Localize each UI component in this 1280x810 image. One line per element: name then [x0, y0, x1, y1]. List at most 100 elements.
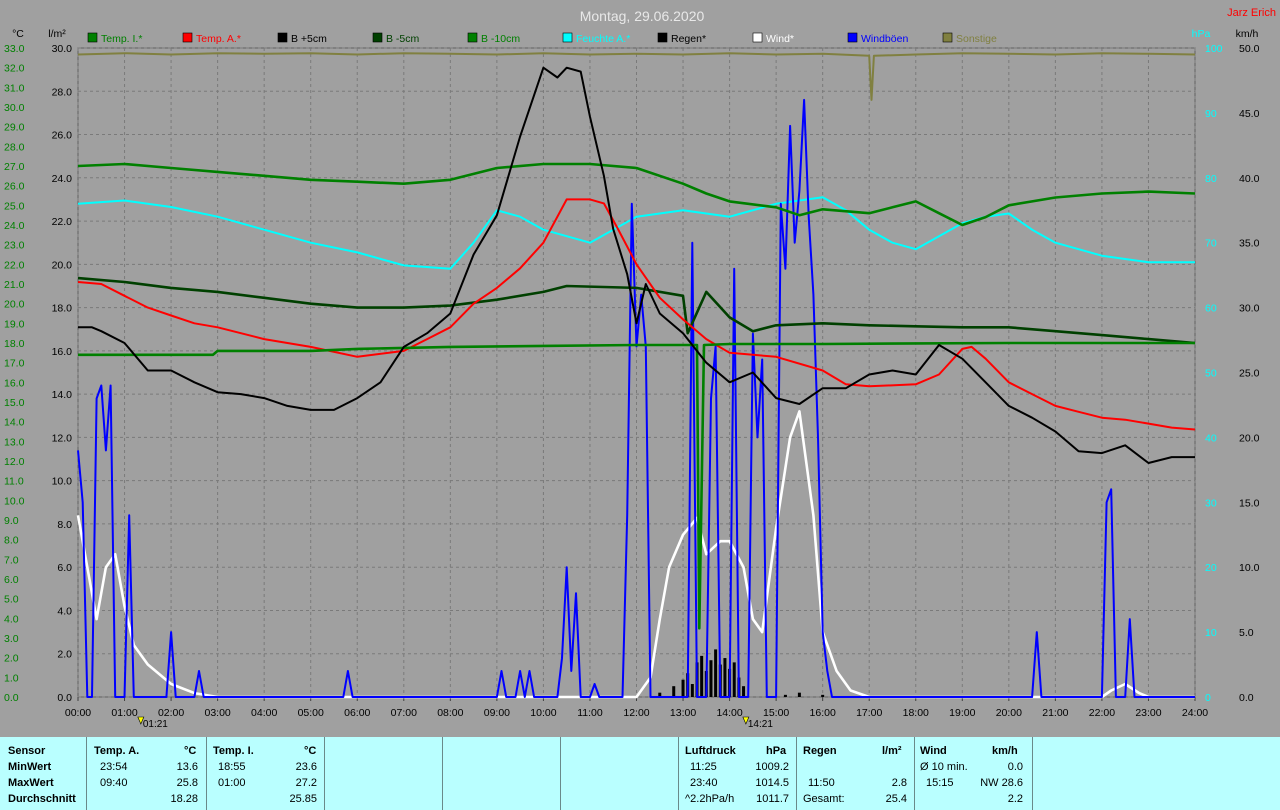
rain-tick-label: 18.0 — [52, 303, 73, 315]
temp-tick-label: 31.0 — [4, 82, 25, 94]
x-tick-label: 07:00 — [391, 707, 417, 719]
stats-temp-i-avg: 25.85 — [289, 793, 317, 805]
time-marker-label: 14:21 — [748, 719, 773, 730]
rain-bar — [732, 662, 736, 697]
wind-tick-label: 20.0 — [1239, 432, 1260, 444]
legend-label: Feuchte A.* — [576, 33, 630, 45]
stats-temp-i-unit: °C — [304, 745, 317, 757]
temp-tick-label: 25.0 — [4, 200, 25, 212]
stats-sensor-col: Sensor MinWert MaxWert Durchschnitt — [0, 737, 84, 810]
temp-tick-label: 22.0 — [4, 259, 25, 271]
x-tick-label: 13:00 — [670, 707, 696, 719]
stats-temp-a-min: 13.6 — [176, 761, 198, 773]
stats-temp-i-max-time: 01:00 — [218, 777, 246, 789]
stats-temp-a-col: Temp. A. °C 23:54 13.6 09:40 25.8 18.28 — [88, 737, 206, 810]
rain-tick-label: 26.0 — [52, 130, 73, 142]
legend-label: Regen* — [671, 33, 706, 45]
stats-wind-day-avg: 2.2 — [1007, 793, 1023, 805]
stats-rain-max: 2.8 — [891, 777, 907, 789]
rain-bar — [821, 694, 825, 697]
x-tick-label: 14:00 — [716, 707, 742, 719]
author-label: Jarz Erich — [1227, 7, 1276, 19]
stats-wind-title: Wind — [920, 745, 947, 757]
rain-bar — [681, 679, 685, 697]
x-tick-label: 11:00 — [577, 707, 603, 719]
stats-temp-i-min: 23.6 — [295, 761, 317, 773]
stats-temp-a-avg: 18.28 — [170, 793, 198, 805]
right-tick-label: 20 — [1205, 562, 1217, 574]
temp-tick-label: 26.0 — [4, 181, 25, 193]
wind-tick-label: 15.0 — [1239, 497, 1260, 509]
x-tick-label: 24:00 — [1182, 707, 1208, 719]
temp-unit-label: °C — [12, 28, 24, 40]
wind-tick-label: 25.0 — [1239, 368, 1260, 380]
x-tick-label: 09:00 — [484, 707, 510, 719]
x-tick-label: 08:00 — [437, 707, 463, 719]
stats-wind-max-time: 15:15 — [926, 777, 954, 789]
legend-swatch — [562, 32, 573, 43]
rain-bar — [797, 692, 801, 697]
temp-tick-label: 0.0 — [4, 692, 19, 704]
stats-row-avg: Durchschnitt — [8, 793, 76, 805]
stats-temp-a-min-time: 23:54 — [100, 761, 128, 773]
wind-tick-label: 45.0 — [1239, 108, 1260, 120]
stats-pressure-trend: ^2.2hPa/h — [685, 793, 735, 805]
x-tick-label: 15:00 — [763, 707, 789, 719]
wind-unit-label: km/h — [1236, 28, 1259, 40]
temp-tick-label: 1.0 — [4, 672, 19, 684]
legend-label: Wind* — [766, 33, 794, 45]
temp-tick-label: 3.0 — [4, 633, 19, 645]
rain-tick-label: 4.0 — [57, 605, 72, 617]
stats-pressure-max: 1014.5 — [755, 777, 789, 789]
right-tick-label: 100 — [1205, 43, 1223, 55]
temp-tick-label: 23.0 — [4, 240, 25, 252]
temp-tick-label: 15.0 — [4, 397, 25, 409]
temp-tick-label: 11.0 — [4, 476, 24, 488]
stats-temp-i-col: Temp. I. °C 18:55 23.6 01:00 27.2 25.85 — [208, 737, 324, 810]
stats-rain-col: Regen l/m² 11:50 2.8 Gesamt: 25.4 — [798, 737, 914, 810]
right-tick-label: 50 — [1205, 368, 1217, 380]
temp-tick-label: 14.0 — [4, 417, 25, 429]
rain-tick-label: 16.0 — [52, 346, 73, 358]
stats-rain-max-time: 11:50 — [808, 777, 835, 789]
stats-temp-i-max: 27.2 — [295, 777, 317, 789]
x-tick-label: 21:00 — [1042, 707, 1068, 719]
x-tick-label: 03:00 — [204, 707, 230, 719]
x-tick-label: 05:00 — [298, 707, 324, 719]
grid — [77, 47, 1196, 698]
temp-tick-label: 12.0 — [4, 456, 25, 468]
temp-tick-label: 32.0 — [4, 63, 25, 75]
x-tick-label: 19:00 — [949, 707, 975, 719]
legend-label: B -5cm — [386, 33, 420, 45]
stats-temp-a-max: 25.8 — [176, 777, 198, 789]
temp-tick-label: 30.0 — [4, 102, 25, 114]
wind-tick-label: 0.0 — [1239, 692, 1254, 704]
right-tick-label: 0 — [1205, 692, 1211, 704]
x-tick-label: 02:00 — [158, 707, 184, 719]
stats-wind-col: Wind km/h Ø 10 min. 0.0 15:15 NW 28.6 2.… — [916, 737, 1032, 810]
x-tick-label: 17:00 — [856, 707, 882, 719]
stats-pressure-title: Luftdruck — [685, 745, 736, 757]
rain-tick-label: 30.0 — [52, 43, 73, 55]
right-tick-label: 60 — [1205, 303, 1217, 315]
temp-tick-label: 5.0 — [4, 594, 19, 606]
rain-bar — [714, 649, 718, 697]
legend-label: Temp. A.* — [196, 33, 241, 45]
time-marker-label: 01:21 — [143, 719, 168, 730]
temp-tick-label: 27.0 — [4, 161, 25, 173]
wind-tick-label: 5.0 — [1239, 627, 1254, 639]
wind-tick-label: 30.0 — [1239, 303, 1260, 315]
legend-label: Temp. I.* — [101, 33, 142, 45]
temp-tick-label: 10.0 — [4, 495, 25, 507]
temp-tick-label: 4.0 — [4, 613, 19, 625]
x-tick-label: 20:00 — [996, 707, 1022, 719]
wind-tick-label: 10.0 — [1239, 562, 1260, 574]
chart-title: Montag, 29.06.2020 — [580, 8, 705, 24]
stats-row-max: MaxWert — [8, 777, 54, 789]
stats-pressure-avg: 1011.7 — [756, 793, 789, 805]
stats-pressure-max-time: 23:40 — [690, 777, 718, 789]
x-tick-label: 04:00 — [251, 707, 277, 719]
stats-rain-total: 25.4 — [885, 793, 907, 805]
legend-swatch — [942, 32, 953, 43]
wind-tick-label: 40.0 — [1239, 173, 1260, 185]
